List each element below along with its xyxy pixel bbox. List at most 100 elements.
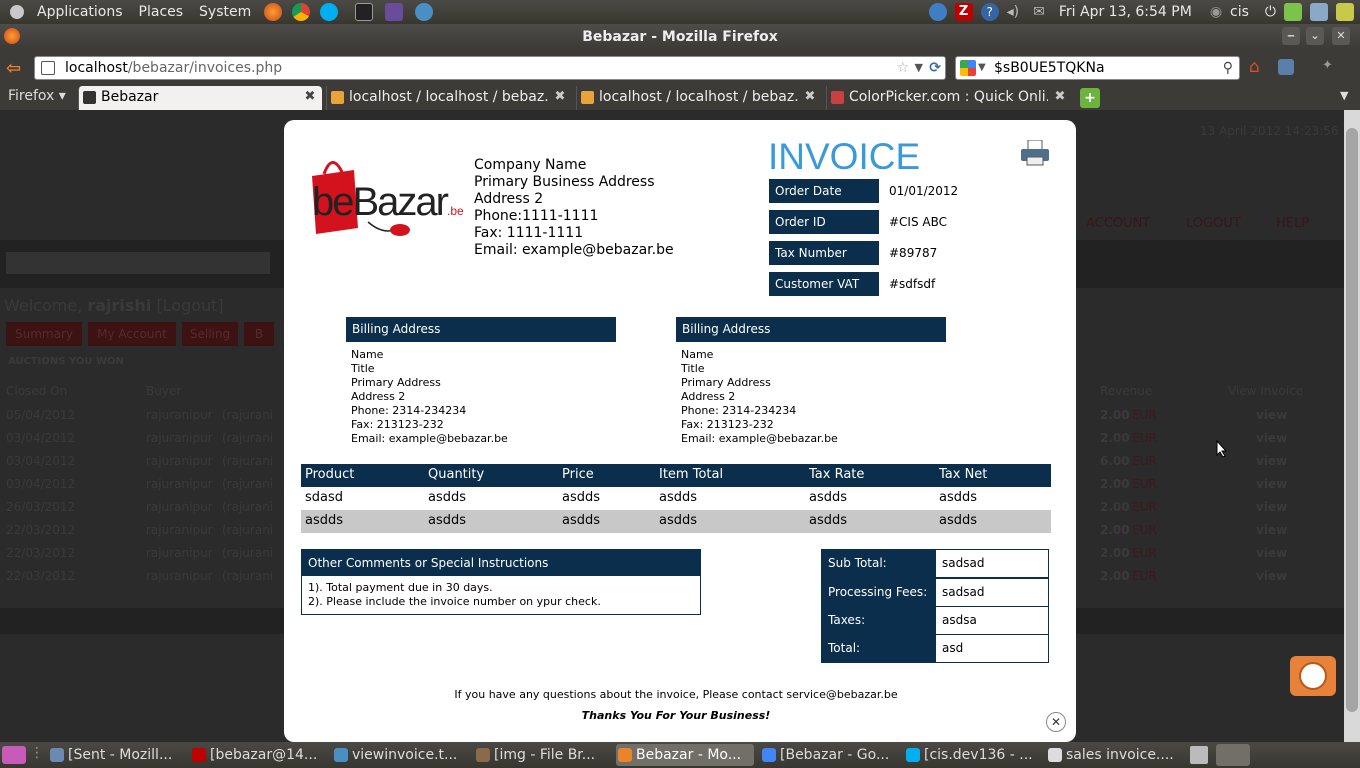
meta-row: Customer VAT #sdfsdf xyxy=(769,272,1049,296)
bg-section-title: AUCTIONS YOU WON xyxy=(8,356,124,367)
update-check-icon[interactable] xyxy=(1284,3,1302,21)
comment-line: 2). Please include the invoice number on… xyxy=(308,595,601,608)
bg-buyer: rajuranipur xyxy=(146,431,213,445)
tab-bebazar[interactable]: Bebazar xyxy=(78,86,322,110)
firefox-tray-icon[interactable] xyxy=(1216,744,1250,766)
comments-box: Other Comments or Special Instructions 1… xyxy=(301,549,701,615)
taskbar-item[interactable]: Bebazar - Mo... xyxy=(616,744,754,766)
bg-subtab[interactable]: B xyxy=(244,322,274,346)
places-menu[interactable]: Places xyxy=(131,4,192,20)
bg-subtab[interactable]: Summary xyxy=(6,322,82,346)
print-icon[interactable] xyxy=(1020,139,1050,166)
google-engine-icon[interactable] xyxy=(960,60,976,76)
bg-subtab[interactable]: My Account xyxy=(88,322,176,346)
bg-revenue: 2.00 xyxy=(1100,546,1130,560)
bg-view-link[interactable]: view xyxy=(1256,408,1287,422)
bg-nav-account[interactable]: ACCOUNT xyxy=(1086,216,1150,231)
clock[interactable]: Fri Apr 13, 6:54 PM xyxy=(1059,4,1192,20)
bg-view-link[interactable]: view xyxy=(1256,569,1287,583)
weather-icon[interactable] xyxy=(1310,3,1328,21)
taskbar-item[interactable]: sales invoice.... xyxy=(1046,744,1184,766)
tab-phpmyadmin-1[interactable]: localhost / localhost / bebaz... xyxy=(326,86,548,110)
bg-view-link[interactable]: view xyxy=(1256,546,1287,560)
tab-list-icon[interactable]: ▼ xyxy=(1340,89,1348,102)
bg-logout-link[interactable]: [Logout] xyxy=(156,296,223,315)
terminal-launcher-icon[interactable] xyxy=(355,3,374,21)
help-icon[interactable]: ? xyxy=(980,3,999,21)
close-modal-icon[interactable]: ✕ xyxy=(1046,712,1066,732)
items-cell: asdds xyxy=(939,490,978,505)
bookmark-star-icon[interactable]: ☆ xyxy=(896,57,909,79)
taskbar-item[interactable]: [Bebazar - Go... xyxy=(760,744,898,766)
taskbar-app-icon xyxy=(334,748,348,762)
addon-icon[interactable]: ✦ xyxy=(1322,58,1333,73)
minimize-icon[interactable]: ‒ xyxy=(1282,27,1300,45)
volume-icon[interactable]: ◂) xyxy=(1007,4,1020,20)
site-identity-icon[interactable] xyxy=(41,61,55,75)
taskbar-item[interactable]: [Sent - Mozill... xyxy=(48,744,186,766)
applications-menu[interactable]: Applications xyxy=(29,4,131,20)
power-icon[interactable]: ⏻ xyxy=(1265,4,1276,20)
clock-widget-icon[interactable] xyxy=(1290,656,1336,696)
mail-icon[interactable]: ✉ xyxy=(1033,4,1045,20)
taskbar-label: [Bebazar - Go... xyxy=(780,747,890,763)
bg-view-link[interactable]: view xyxy=(1256,454,1287,468)
monitor-launcher-icon[interactable] xyxy=(385,3,404,21)
maximize-icon[interactable]: ⌄ xyxy=(1306,27,1324,45)
taskbar-item[interactable]: viewinvoice.t... xyxy=(332,744,470,766)
system-menu[interactable]: System xyxy=(191,4,259,20)
home-icon[interactable]: ⌂ xyxy=(1249,57,1260,77)
globe-launcher-icon[interactable] xyxy=(415,3,434,21)
bookmarks-icon[interactable] xyxy=(1278,59,1294,75)
billing-line: Title xyxy=(681,362,705,375)
bg-buyer-alias: (rajurani xyxy=(222,546,274,560)
trash-icon[interactable] xyxy=(1190,746,1208,764)
items-header-row: Product Quantity Price Item Total Tax Rate Ta… xyxy=(301,464,1051,487)
firefox-launcher-icon[interactable] xyxy=(264,3,283,21)
taskbar-item[interactable]: [img - File Br... xyxy=(474,744,612,766)
taskbar-label: [Sent - Mozill... xyxy=(68,747,173,763)
scrollbar-thumb[interactable] xyxy=(1346,128,1358,712)
search-icon[interactable]: ⚲ xyxy=(1223,57,1233,79)
bg-subtab[interactable]: Selling xyxy=(182,322,238,346)
bg-view-link[interactable]: view xyxy=(1256,523,1287,537)
close-tab-icon[interactable]: ✖ xyxy=(803,90,817,104)
bg-search-input[interactable] xyxy=(6,252,270,274)
new-tab-icon[interactable]: + xyxy=(1080,88,1100,108)
skype-launcher-icon[interactable] xyxy=(320,3,339,21)
taskbar-item[interactable]: [bebazar@14... xyxy=(190,744,328,766)
tab-bar: Firefox ▾ Bebazar ✖ localhost / localhos… xyxy=(0,86,1360,110)
indicator-icon[interactable] xyxy=(1336,3,1354,21)
meta-value: #sdfsdf xyxy=(889,277,936,291)
show-desktop-icon[interactable] xyxy=(2,746,26,764)
bg-buyer-alias: (rajurani xyxy=(222,408,274,422)
taskbar-item[interactable]: [cis.dev136 - ... xyxy=(904,744,1042,766)
engine-dropdown-icon[interactable]: ▼ xyxy=(978,57,986,79)
close-tab-icon[interactable]: ✖ xyxy=(553,90,567,104)
url-dropdown-icon[interactable]: ▼ xyxy=(915,57,923,79)
bg-nav-help[interactable]: HELP xyxy=(1276,216,1309,231)
network-icon[interactable] xyxy=(928,3,947,21)
user-menu[interactable]: cis xyxy=(1230,4,1249,20)
url-bar[interactable]: localhost/bebazar/invoices.php ☆ ▼ ⟳ xyxy=(34,56,946,80)
close-tab-icon[interactable]: ✖ xyxy=(303,90,317,104)
bg-view-link[interactable]: view xyxy=(1256,500,1287,514)
reload-icon[interactable]: ⟳ xyxy=(929,57,941,79)
chrome-launcher-icon[interactable] xyxy=(292,3,311,21)
chat-icon[interactable]: ◉ xyxy=(1210,4,1222,20)
totals-value: sadsad xyxy=(936,579,1048,606)
ubuntu-logo-icon[interactable] xyxy=(10,5,24,19)
close-window-icon[interactable]: ✕ xyxy=(1332,27,1350,45)
billing-address-left: Billing Address Name Title Primary Address… xyxy=(346,317,616,446)
bg-view-link[interactable]: view xyxy=(1256,431,1287,445)
search-input[interactable]: ▼ $sB0UE5TQKNa ⚲ xyxy=(955,56,1240,80)
back-arrow-icon[interactable]: ⇦ xyxy=(6,58,21,79)
firefox-menu-button[interactable]: Firefox ▾ xyxy=(8,88,66,104)
taskbar-app-icon xyxy=(762,748,776,762)
bg-nav-logout[interactable]: LOGOUT xyxy=(1186,216,1241,231)
close-tab-icon[interactable]: ✖ xyxy=(1053,90,1067,104)
tab-phpmyadmin-2[interactable]: localhost / localhost / bebaz... xyxy=(576,86,798,110)
filezilla-icon[interactable]: Z xyxy=(954,3,973,21)
bg-view-link[interactable]: view xyxy=(1256,477,1287,491)
tab-colorpicker[interactable]: ColorPicker.com : Quick Onli... xyxy=(826,86,1048,110)
